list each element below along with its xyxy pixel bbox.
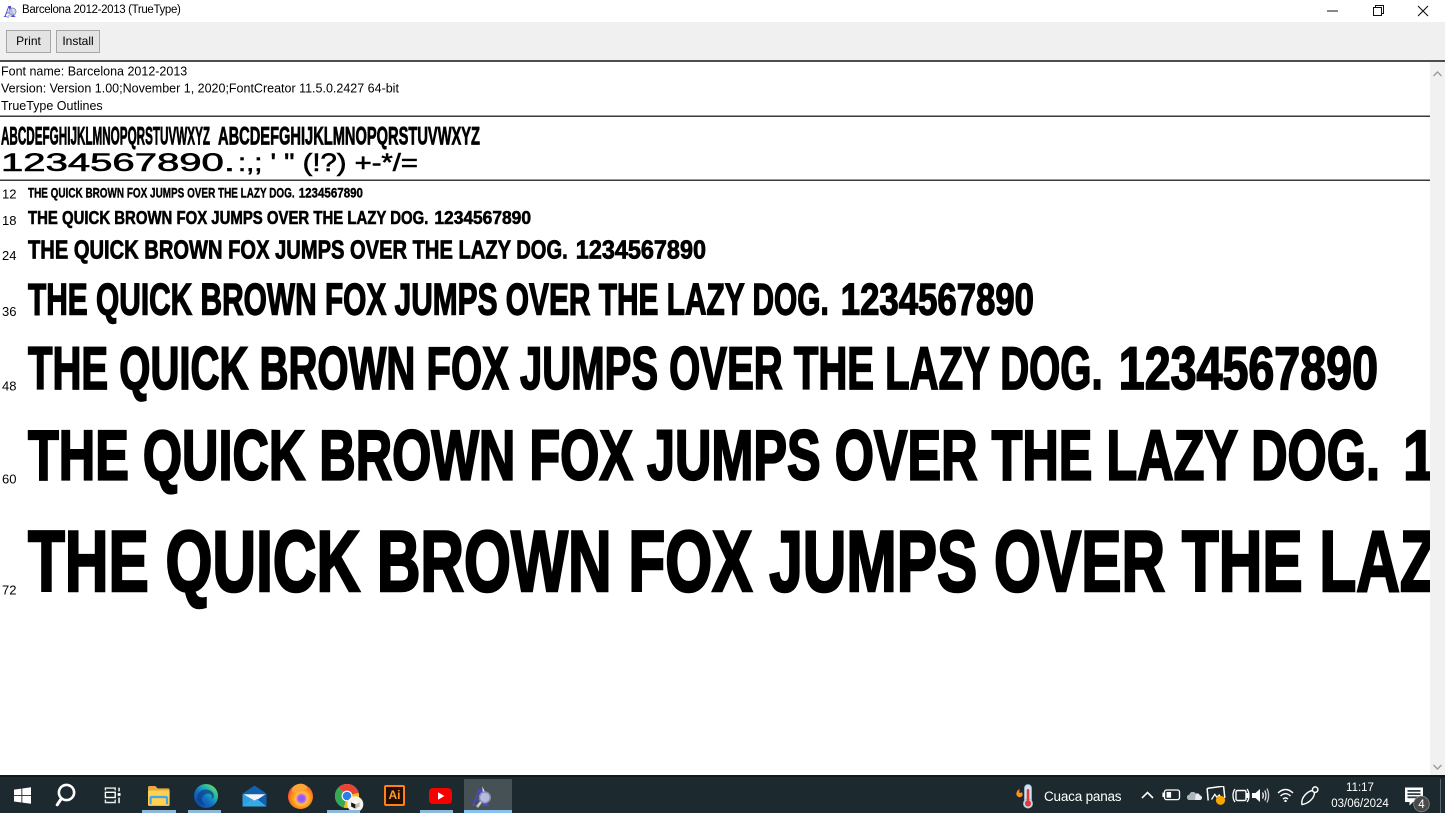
svg-text:THE QUICK BROWN FOX JUMPS OVER: THE QUICK BROWN FOX JUMPS OVER THE LAZY … (28, 416, 1380, 495)
svg-text:ABCDEFGHIJKLMNOPQRSTUVWXYZ: ABCDEFGHIJKLMNOPQRSTUVWXYZ (1, 123, 210, 151)
svg-text:Version: Version 1.00;November: Version: Version 1.00;November 1, 2020;F… (1, 82, 399, 96)
svg-text:18: 18 (2, 213, 16, 228)
svg-text:THE QUICK BROWN FOX JUMPS OVER: THE QUICK BROWN FOX JUMPS OVER THE LAZY … (28, 335, 1103, 402)
svg-text:THE QUICK BROWN FOX JUMPS OVER: THE QUICK BROWN FOX JUMPS OVER THE LAZY … (28, 185, 295, 201)
svg-text:48: 48 (2, 379, 16, 394)
svg-text:24: 24 (2, 248, 16, 263)
svg-text:THE QUICK BROWN FOX JUMPS OVER: THE QUICK BROWN FOX JUMPS OVER THE LAZY … (28, 514, 1430, 610)
svg-text:1234567890: 1234567890 (299, 185, 364, 201)
svg-text:4: 4 (1418, 799, 1425, 811)
svg-text:1234567890: 1234567890 (1119, 335, 1378, 402)
svg-text:Font name: Barcelona 2012-2013: Font name: Barcelona 2012-2013 (1, 64, 187, 78)
svg-text:72: 72 (2, 583, 16, 598)
svg-text:THE QUICK BROWN FOX JUMPS OVER: THE QUICK BROWN FOX JUMPS OVER THE LAZY … (28, 276, 829, 325)
svg-text::,; ' " (!?) +-*/=: :,; ' " (!?) +-*/= (238, 149, 418, 177)
svg-text:THE QUICK BROWN FOX JUMPS OVER: THE QUICK BROWN FOX JUMPS OVER THE LAZY … (28, 237, 568, 265)
svg-text:ABCDEFGHIJKLMNOPQRSTUVWXYZ: ABCDEFGHIJKLMNOPQRSTUVWXYZ (218, 123, 480, 151)
svg-text:1234567890.: 1234567890. (1, 149, 235, 177)
svg-text:1234567890: 1234567890 (434, 207, 531, 228)
svg-text:60: 60 (2, 472, 16, 487)
svg-text:THE QUICK BROWN FOX JUMPS OVER: THE QUICK BROWN FOX JUMPS OVER THE LAZY … (28, 207, 428, 228)
svg-text:1234567890: 1234567890 (1403, 416, 1430, 495)
svg-text:12: 12 (2, 186, 16, 201)
svg-text:36: 36 (2, 304, 16, 319)
svg-text:TrueType Outlines: TrueType Outlines (1, 99, 103, 113)
svg-text:1234567890: 1234567890 (841, 276, 1034, 325)
svg-text:1234567890: 1234567890 (576, 237, 706, 265)
